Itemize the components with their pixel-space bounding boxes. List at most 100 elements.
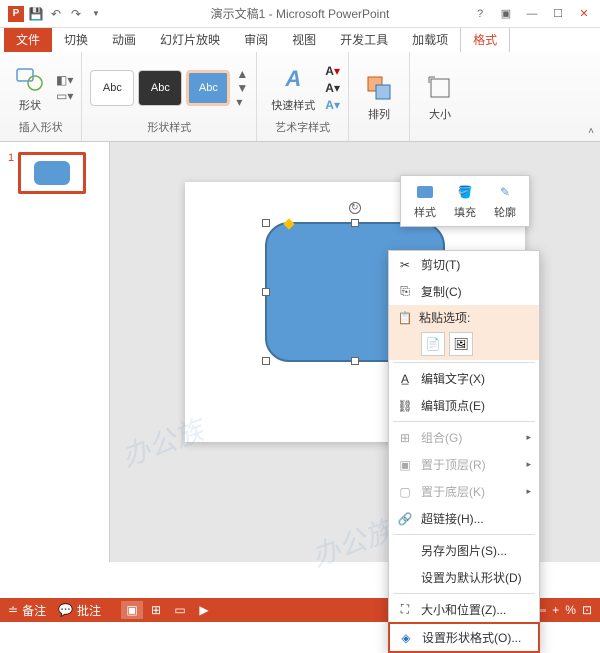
window-title: 演示文稿1 - Microsoft PowerPoint [211,5,390,22]
zoom-percent[interactable]: % [565,603,576,617]
title-bar: P 💾 ↶ ↷ ▼ 演示文稿1 - Microsoft PowerPoint ?… [0,0,600,28]
menu-edit-text[interactable]: A̲ 编辑文字(X) [389,365,539,392]
paste-option-1[interactable]: 📄 [421,332,445,356]
ribbon-options-button[interactable]: ▣ [494,4,518,24]
resize-handle-bl[interactable] [262,357,270,365]
menu-edit-points[interactable]: ⛓ 编辑顶点(E) [389,392,539,419]
paste-option-2[interactable]: 🖼 [449,332,473,356]
group-wordart: A 快速样式 A▾ A▾ A▾ 艺术字样式 [257,52,349,141]
menu-group: ⊞ 组合(G) ▸ [389,424,539,451]
normal-view-button[interactable]: ▣ [121,601,143,619]
hyperlink-icon: 🔗 [397,511,413,527]
shapes-button[interactable]: 形状 [8,61,52,115]
edit-shape-icon[interactable]: ◧▾ [56,73,73,87]
tab-animation[interactable]: 动画 [100,27,148,52]
rotate-handle[interactable] [349,202,361,214]
context-menu: ✂ 剪切(T) ⎘ 复制(C) 📋 粘贴选项: 📄 🖼 A̲ 编辑文字(X) ⛓… [388,250,540,653]
resize-handle-tl[interactable] [262,219,270,227]
tab-format[interactable]: 格式 [460,26,510,52]
style-gallery-down-icon[interactable]: ▼ [236,81,248,95]
tab-view[interactable]: 视图 [280,27,328,52]
size-icon: ⛶ [397,602,413,618]
paste-options: 📄 🖼 [389,328,539,360]
group-arrange: 排列 [349,52,410,141]
arrange-button[interactable]: 排列 [357,70,401,124]
adjustment-handle[interactable] [283,218,294,229]
resize-handle-bm[interactable] [351,357,359,365]
group-label-wordart: 艺术字样式 [265,119,340,137]
qat-dropdown-icon[interactable]: ▼ [88,6,104,22]
menu-size-position[interactable]: ⛶ 大小和位置(Z)... [389,596,539,623]
text-outline-icon[interactable]: A▾ [325,81,340,95]
shapes-label: 形状 [19,97,41,113]
size-button[interactable]: 大小 [418,70,462,124]
style-preset-3[interactable]: Abc [186,70,230,106]
copy-icon: ⎘ [397,284,413,300]
fit-to-window-button[interactable]: ⊡ [582,603,592,617]
menu-hyperlink[interactable]: 🔗 超链接(H)... [389,505,539,532]
bring-front-icon: ▣ [397,457,413,473]
comments-button[interactable]: 💬 批注 [58,602,101,619]
clipboard-icon: 📋 [397,310,413,326]
ribbon-tabs: 文件 切换 动画 幻灯片放映 审阅 视图 开发工具 加载项 格式 [0,28,600,52]
ribbon: 形状 ◧▾ ▭▾ 插入形状 Abc Abc Abc ▲ ▼ ▾ 形状样式 [0,52,600,142]
group-size: 大小 [410,52,470,141]
mini-toolbar: 样式 🪣 填充 ✎ 轮廓 [400,175,530,227]
help-button[interactable]: ? [468,4,492,24]
tab-switch[interactable]: 切换 [52,27,100,52]
maximize-button[interactable]: ☐ [546,4,570,24]
window-controls: ? ▣ — ☐ ✕ [468,4,600,24]
mini-fill-button[interactable]: 🪣 填充 [445,180,485,222]
slide-thumbnail-1[interactable] [18,152,86,194]
format-shape-icon: ◈ [398,630,414,646]
zoom-in-button[interactable]: + [552,603,559,617]
tab-addins[interactable]: 加载项 [400,27,460,52]
menu-copy[interactable]: ⎘ 复制(C) [389,278,539,305]
redo-icon[interactable]: ↷ [68,6,84,22]
quick-access-toolbar: P 💾 ↶ ↷ ▼ [0,6,104,22]
save-icon[interactable]: 💾 [28,6,44,22]
mini-outline-button[interactable]: ✎ 轮廓 [485,180,525,222]
submenu-arrow-icon: ▸ [526,486,531,497]
text-box-icon[interactable]: ▭▾ [56,89,73,103]
resize-handle-ml[interactable] [262,288,270,296]
edit-text-icon: A̲ [397,371,413,387]
menu-cut[interactable]: ✂ 剪切(T) [389,251,539,278]
watermark: 办公族 [306,509,399,575]
text-fill-icon[interactable]: A▾ [325,64,340,78]
close-button[interactable]: ✕ [572,4,596,24]
arrange-label: 排列 [368,106,390,122]
slide-thumbnail-panel: 1 [0,142,110,562]
tab-file[interactable]: 文件 [4,27,52,52]
quick-styles-label: 快速样式 [271,97,315,113]
group-icon: ⊞ [397,430,413,446]
menu-format-shape[interactable]: ◈ 设置形状格式(O)... [388,622,540,653]
collapse-ribbon-icon[interactable]: ˄ [588,126,594,137]
mini-style-button[interactable]: 样式 [405,180,445,222]
style-gallery-more-icon[interactable]: ▾ [236,95,248,109]
group-insert-shape: 形状 ◧▾ ▭▾ 插入形状 [0,52,82,141]
style-preset-1[interactable]: Abc [90,70,134,106]
send-back-icon: ▢ [397,484,413,500]
menu-save-as-picture[interactable]: 另存为图片(S)... [389,537,539,564]
menu-send-back: ▢ 置于底层(K) ▸ [389,478,539,505]
group-label-insert-shape: 插入形状 [8,119,73,137]
minimize-button[interactable]: — [520,4,544,24]
style-preset-2[interactable]: Abc [138,70,182,106]
slideshow-view-button[interactable]: ▶ [193,601,215,619]
menu-set-default-shape[interactable]: 设置为默认形状(D) [389,564,539,591]
undo-icon[interactable]: ↶ [48,6,64,22]
group-shape-styles: Abc Abc Abc ▲ ▼ ▾ 形状样式 [82,52,257,141]
scissors-icon: ✂ [397,257,413,273]
text-effects-icon[interactable]: A▾ [325,98,340,112]
tab-review[interactable]: 审阅 [232,27,280,52]
notes-button[interactable]: ≐ 备注 [8,602,46,619]
tab-developer[interactable]: 开发工具 [328,27,400,52]
sorter-view-button[interactable]: ⊞ [145,601,167,619]
resize-handle-tm[interactable] [351,219,359,227]
quick-styles-button[interactable]: A 快速样式 [265,61,321,115]
reading-view-button[interactable]: ▭ [169,601,191,619]
group-label-shape-styles: 形状样式 [90,119,248,137]
tab-slideshow[interactable]: 幻灯片放映 [148,27,232,52]
style-gallery-up-icon[interactable]: ▲ [236,67,248,81]
